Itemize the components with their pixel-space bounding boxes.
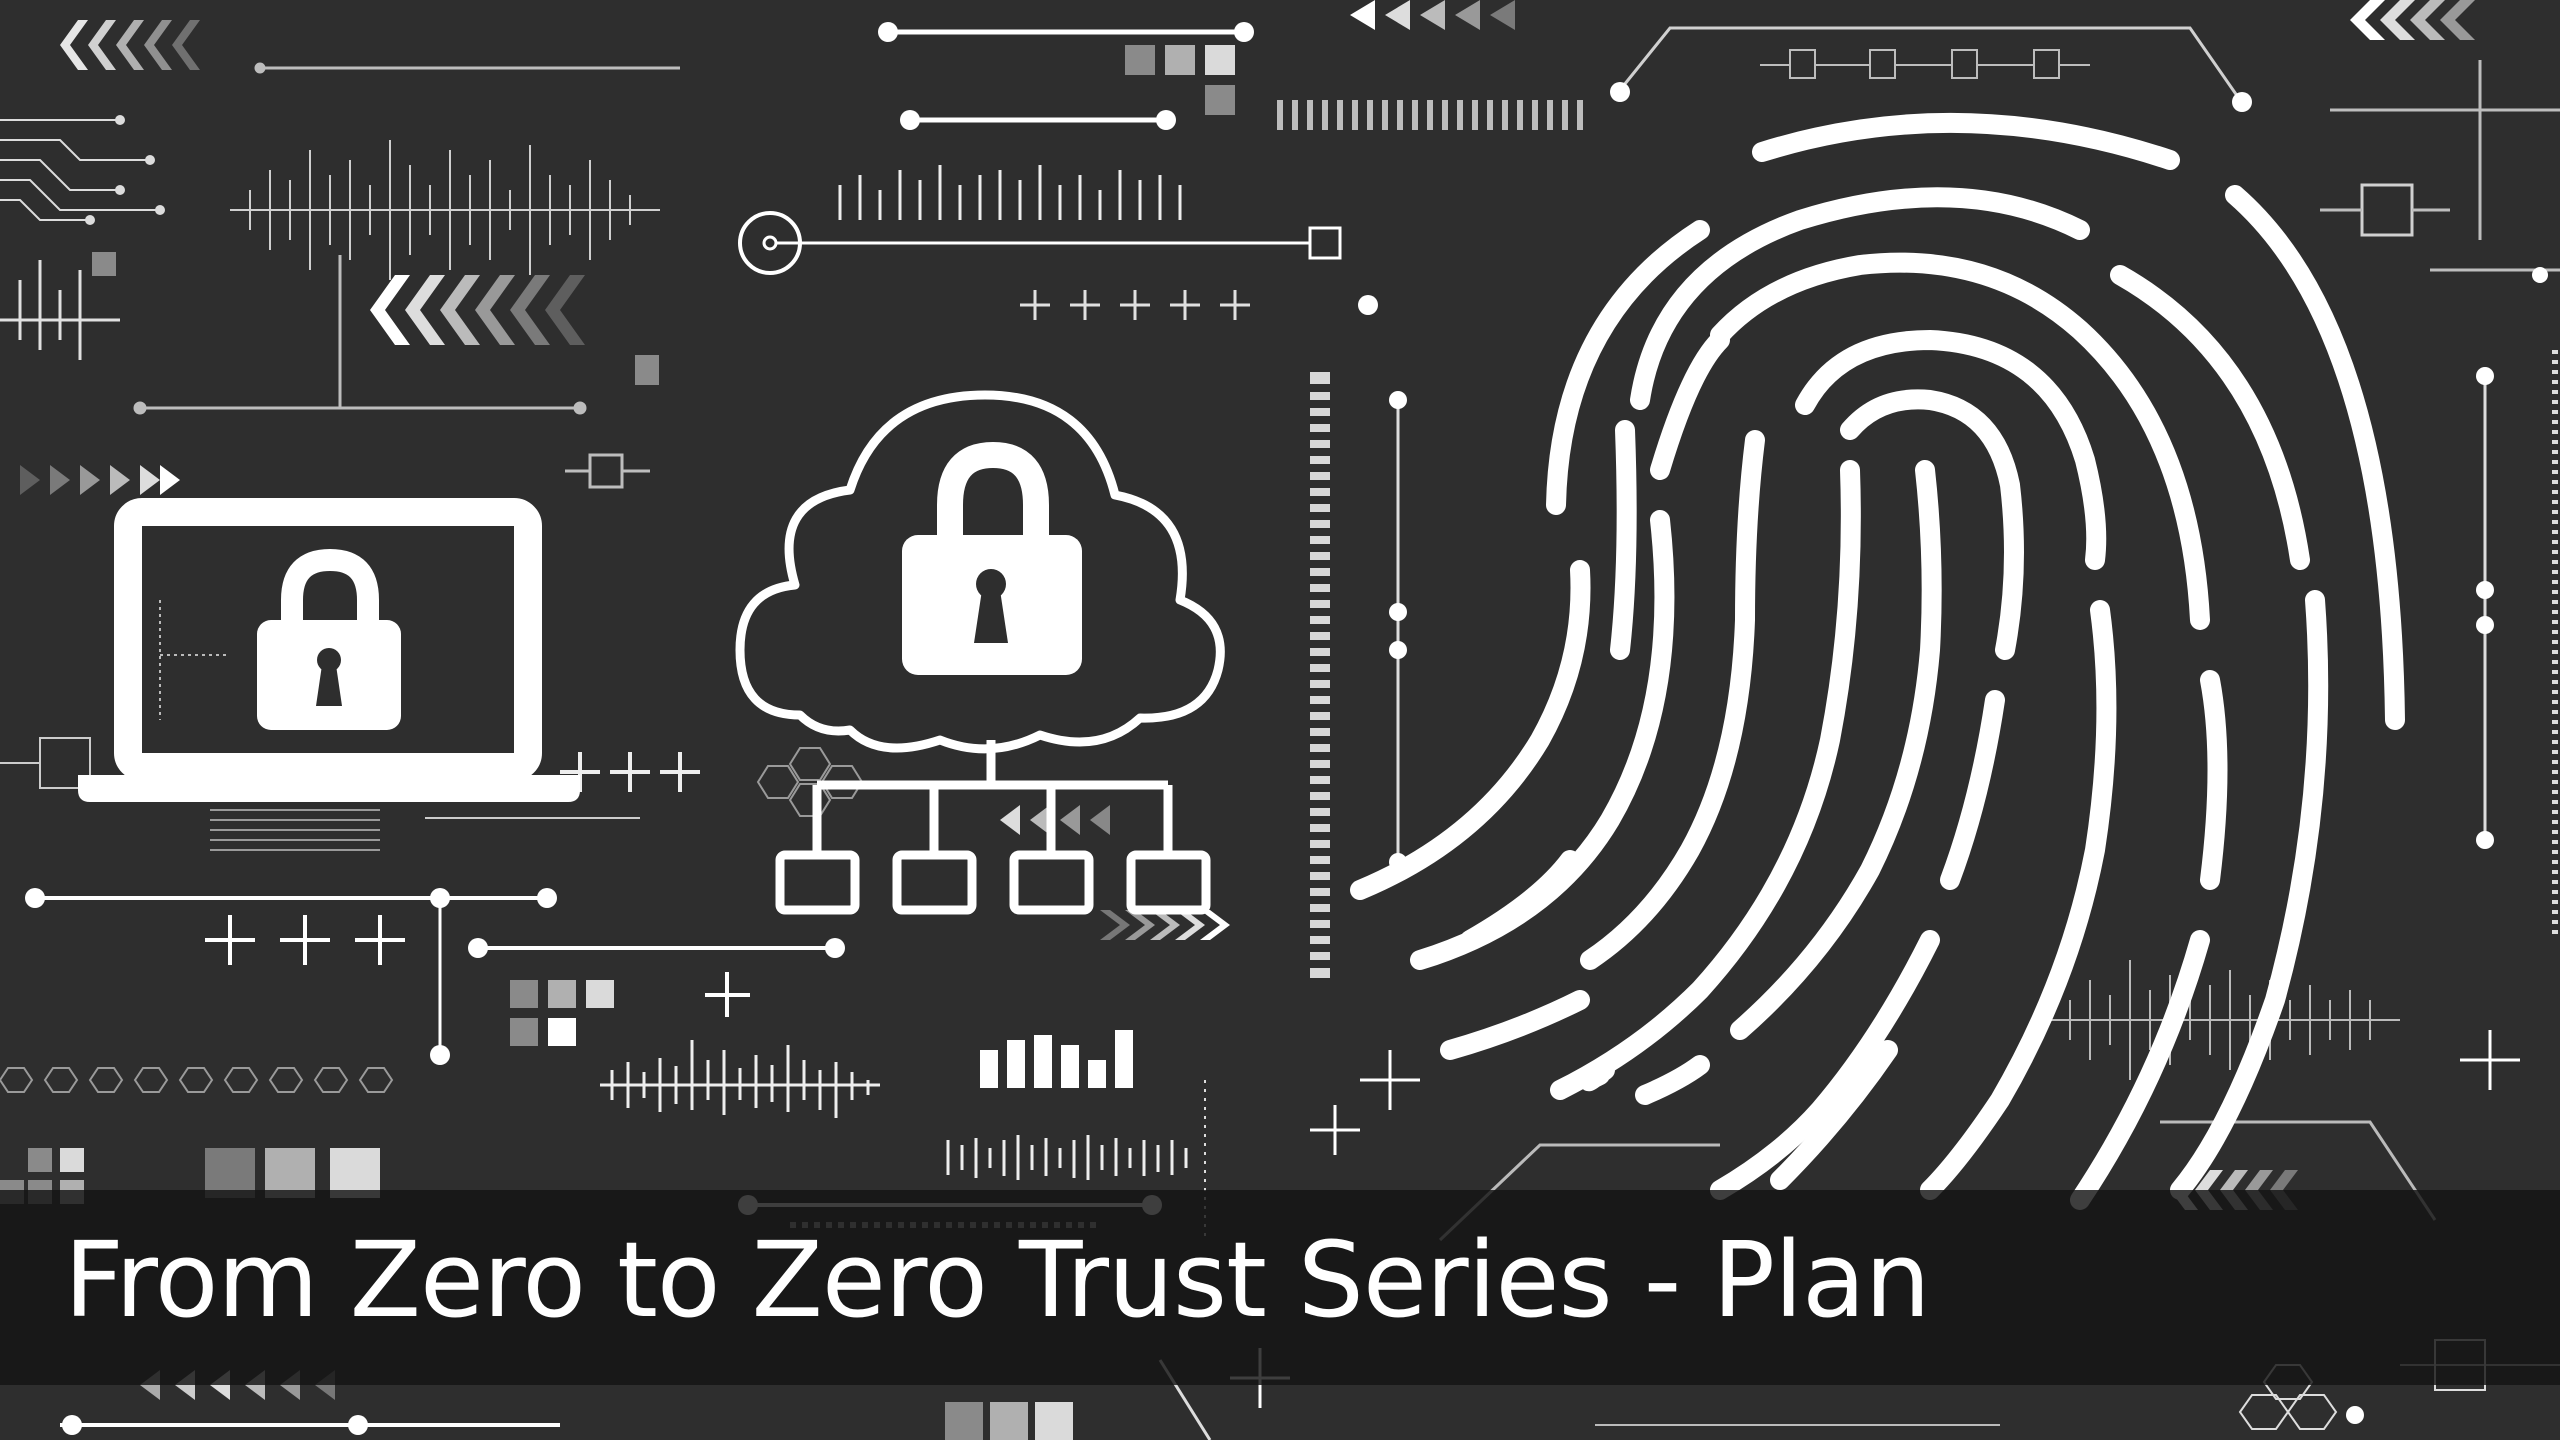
page-title: From Zero to Zero Trust Series - Plan — [64, 1219, 1931, 1341]
thumbnail-banner: From Zero to Zero Trust Series - Plan — [0, 0, 2560, 1440]
